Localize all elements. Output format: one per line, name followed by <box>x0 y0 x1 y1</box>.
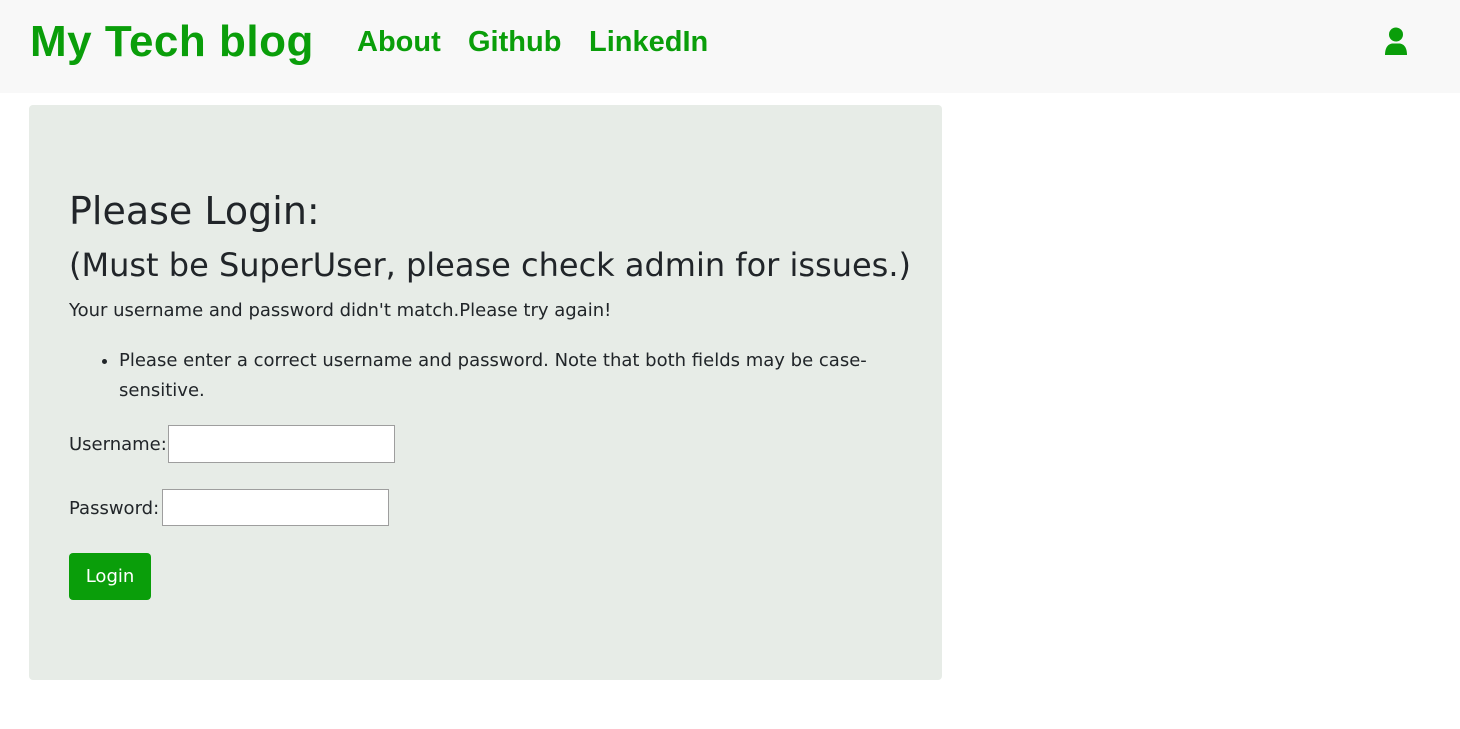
user-icon[interactable] <box>1383 27 1409 57</box>
username-label: Username: <box>69 434 167 455</box>
nav-link-github[interactable]: Github <box>468 22 561 62</box>
password-input[interactable] <box>162 489 389 526</box>
password-label: Password: <box>69 498 160 519</box>
nav-link-about[interactable]: About <box>357 22 441 62</box>
nav-link-linkedin[interactable]: LinkedIn <box>589 22 708 62</box>
login-heading: Please Login: <box>69 189 320 233</box>
error-message: Your username and password didn't match.… <box>69 300 612 321</box>
login-button[interactable]: Login <box>69 553 151 600</box>
login-subheading: (Must be SuperUser, please check admin f… <box>69 246 911 284</box>
login-panel: Please Login: (Must be SuperUser, please… <box>29 105 942 680</box>
top-navbar: My Tech blog About Github LinkedIn <box>0 0 1460 93</box>
error-list-item: Please enter a correct username and pass… <box>119 346 919 406</box>
error-list: Please enter a correct username and pass… <box>69 346 919 406</box>
brand-link[interactable]: My Tech blog <box>30 14 314 70</box>
username-input[interactable] <box>168 425 395 463</box>
